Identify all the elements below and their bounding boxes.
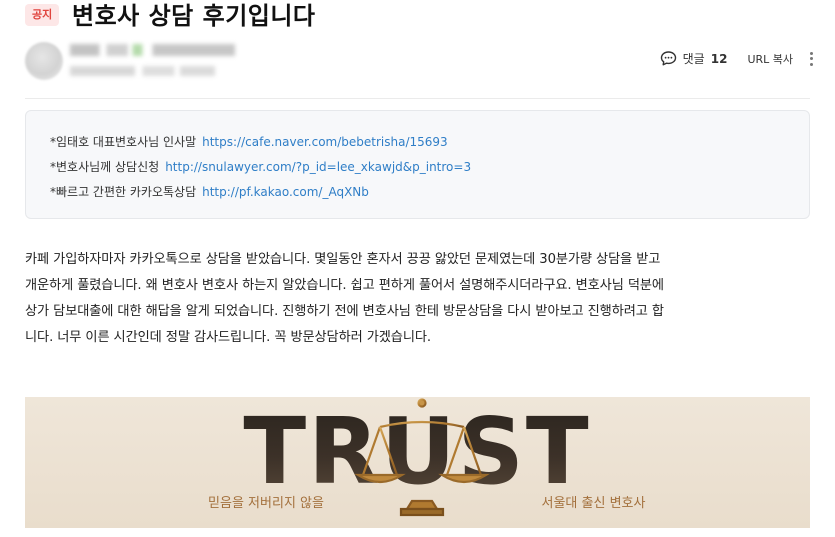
speech-bubble-icon bbox=[660, 50, 677, 67]
info-link-consult[interactable]: http://snulawyer.com/?p_id=lee_xkawjd&p_… bbox=[165, 160, 471, 174]
header-divider bbox=[25, 98, 810, 99]
banner-right-text: 서울대 출신 변호사 bbox=[541, 496, 646, 511]
url-copy-button[interactable]: URL 복사 bbox=[747, 51, 793, 67]
post-actions: 댓글 12 URL 복사 bbox=[660, 50, 815, 67]
comment-label: 댓글 bbox=[682, 52, 705, 66]
banner-left-text: 믿음을 저버리지 않을 bbox=[208, 496, 324, 511]
author-name-blurred bbox=[70, 44, 235, 56]
info-label: *변호사님께 상담신청 bbox=[50, 160, 160, 174]
info-line-greeting: *임태호 대표변호사님 인사말 https://cafe.naver.com/be… bbox=[50, 130, 809, 155]
author-avatar[interactable] bbox=[25, 42, 63, 80]
post-meta-blurred bbox=[70, 66, 215, 76]
info-line-kakao: *빠르고 간편한 카카오톡상담 http://pf.kakao.com/_AqXN… bbox=[50, 180, 809, 205]
info-label: *빠르고 간편한 카카오톡상담 bbox=[50, 185, 197, 199]
post-body: 카페 가입하자마자 카카오톡으로 상담을 받았습니다. 몇일동안 혼자서 끙끙 … bbox=[25, 247, 815, 351]
comment-count: 12 bbox=[710, 51, 728, 66]
post-header: 공지 변호사 상담 후기입니다 댓글 12 URL 복사 bbox=[0, 0, 835, 98]
info-label: *임태호 대표변호사님 인사말 bbox=[50, 135, 197, 149]
info-link-greeting[interactable]: https://cafe.naver.com/bebetrisha/15693 bbox=[202, 135, 448, 149]
body-line: 니다. 너무 이른 시간인데 정말 감사드립니다. 꼭 방문상담하러 가겠습니다… bbox=[25, 330, 431, 345]
notice-badge: 공지 bbox=[25, 4, 60, 26]
body-line: 개운하게 풀렸습니다. 왜 변호사 변호사 하는지 알았습니다. 쉽고 편하게 … bbox=[25, 278, 664, 293]
body-line: 상가 담보대출에 대한 해답을 알게 되었습니다. 진행하기 전에 변호사님 한… bbox=[25, 304, 664, 319]
more-vertical-icon[interactable] bbox=[807, 51, 815, 67]
info-line-consult: *변호사님께 상담신청 http://snulawyer.com/?p_id=le… bbox=[50, 155, 809, 180]
comment-button[interactable]: 댓글 12 bbox=[660, 50, 748, 67]
info-box: *임태호 대표변호사님 인사말 https://cafe.naver.com/be… bbox=[25, 110, 810, 219]
trust-banner-image: TRUST 믿음을 저버리지 않을 서울대 출신 변호사 bbox=[25, 397, 810, 528]
body-line: 카페 가입하자마자 카카오톡으로 상담을 받았습니다. 몇일동안 혼자서 끙끙 … bbox=[25, 252, 661, 267]
post-title: 변호사 상담 후기입니다 bbox=[72, 2, 316, 30]
banner-word: TRUST bbox=[243, 398, 590, 505]
info-link-kakao[interactable]: http://pf.kakao.com/_AqXNb bbox=[202, 185, 369, 199]
